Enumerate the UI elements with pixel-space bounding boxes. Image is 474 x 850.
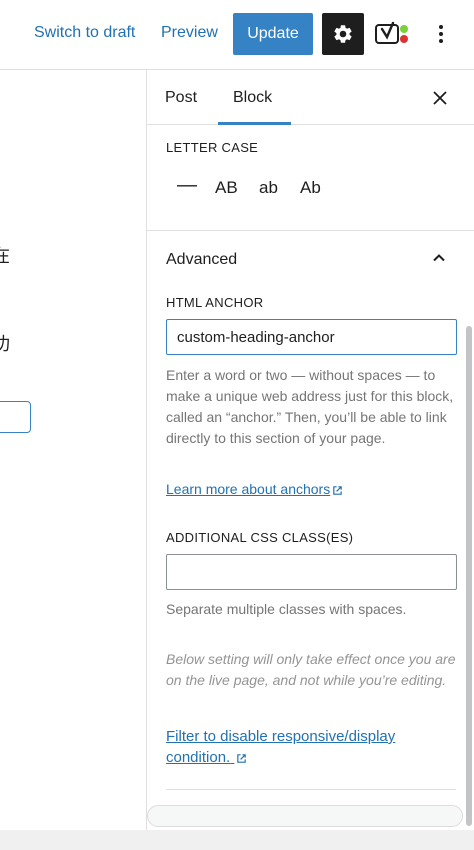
editor-input-box[interactable] <box>0 401 31 433</box>
advanced-panel-title[interactable]: Advanced <box>166 251 237 269</box>
gear-icon <box>334 25 352 43</box>
html-anchor-input[interactable] <box>166 319 457 355</box>
more-options-button[interactable] <box>429 20 453 48</box>
html-anchor-help: Enter a word or two — without spaces — t… <box>166 367 454 446</box>
letter-case-uppercase-button[interactable]: AB <box>215 178 238 198</box>
external-link-icon <box>333 486 342 495</box>
learn-more-anchors-link[interactable]: Learn more about anchors <box>166 481 343 497</box>
filter-responsive-link[interactable]: Filter to disable responsive/display con… <box>166 726 426 768</box>
close-icon <box>433 91 447 105</box>
more-vertical-icon <box>439 25 443 29</box>
close-sidebar-button[interactable] <box>429 87 451 109</box>
live-page-note: Below setting will only take effect once… <box>166 651 456 688</box>
editor-canvas: 在 功 <box>0 70 147 830</box>
settings-button[interactable] <box>322 13 364 55</box>
letter-case-capitalize-button[interactable]: Ab <box>300 178 321 198</box>
active-tab-indicator <box>218 122 291 125</box>
chevron-up-icon <box>433 254 445 262</box>
css-classes-input[interactable] <box>166 554 457 590</box>
update-button[interactable]: Update <box>233 13 313 55</box>
learn-more-anchors-label: Learn more about anchors <box>166 481 331 497</box>
advanced-panel-toggle[interactable] <box>431 250 447 266</box>
css-classes-label: ADDITIONAL CSS CLASS(ES) <box>166 530 354 545</box>
editor-toolbar: Switch to draft Preview Update <box>0 0 474 70</box>
preview-link[interactable]: Preview <box>161 24 218 42</box>
letter-case-none-button[interactable]: — <box>177 174 197 197</box>
next-panel-edge <box>147 805 463 827</box>
tab-block[interactable]: Block <box>233 89 272 107</box>
sidebar-tabs: Post Block <box>147 70 474 125</box>
editor-text-fragment[interactable]: 功 <box>0 330 10 356</box>
yoast-icon <box>375 21 408 44</box>
panel-divider <box>147 230 474 231</box>
switch-to-draft-link[interactable]: Switch to draft <box>34 24 135 42</box>
editor-text-fragment[interactable]: 在 <box>0 242 10 268</box>
sidebar-scrollbar[interactable] <box>466 326 472 826</box>
tab-post[interactable]: Post <box>165 89 197 107</box>
letter-case-label: LETTER CASE <box>166 140 259 155</box>
browser-bottom-bar <box>0 830 474 850</box>
yoast-button[interactable] <box>375 20 411 48</box>
settings-sidebar: Post Block LETTER CASE — AB ab Ab Advanc… <box>147 70 474 830</box>
external-link-icon <box>237 753 247 763</box>
css-classes-help: Separate multiple classes with spaces. <box>166 601 407 617</box>
letter-case-lowercase-button[interactable]: ab <box>259 178 278 198</box>
filter-responsive-label: Filter to disable responsive/display con… <box>166 728 396 766</box>
panel-divider <box>166 789 456 790</box>
html-anchor-label: HTML ANCHOR <box>166 295 264 310</box>
